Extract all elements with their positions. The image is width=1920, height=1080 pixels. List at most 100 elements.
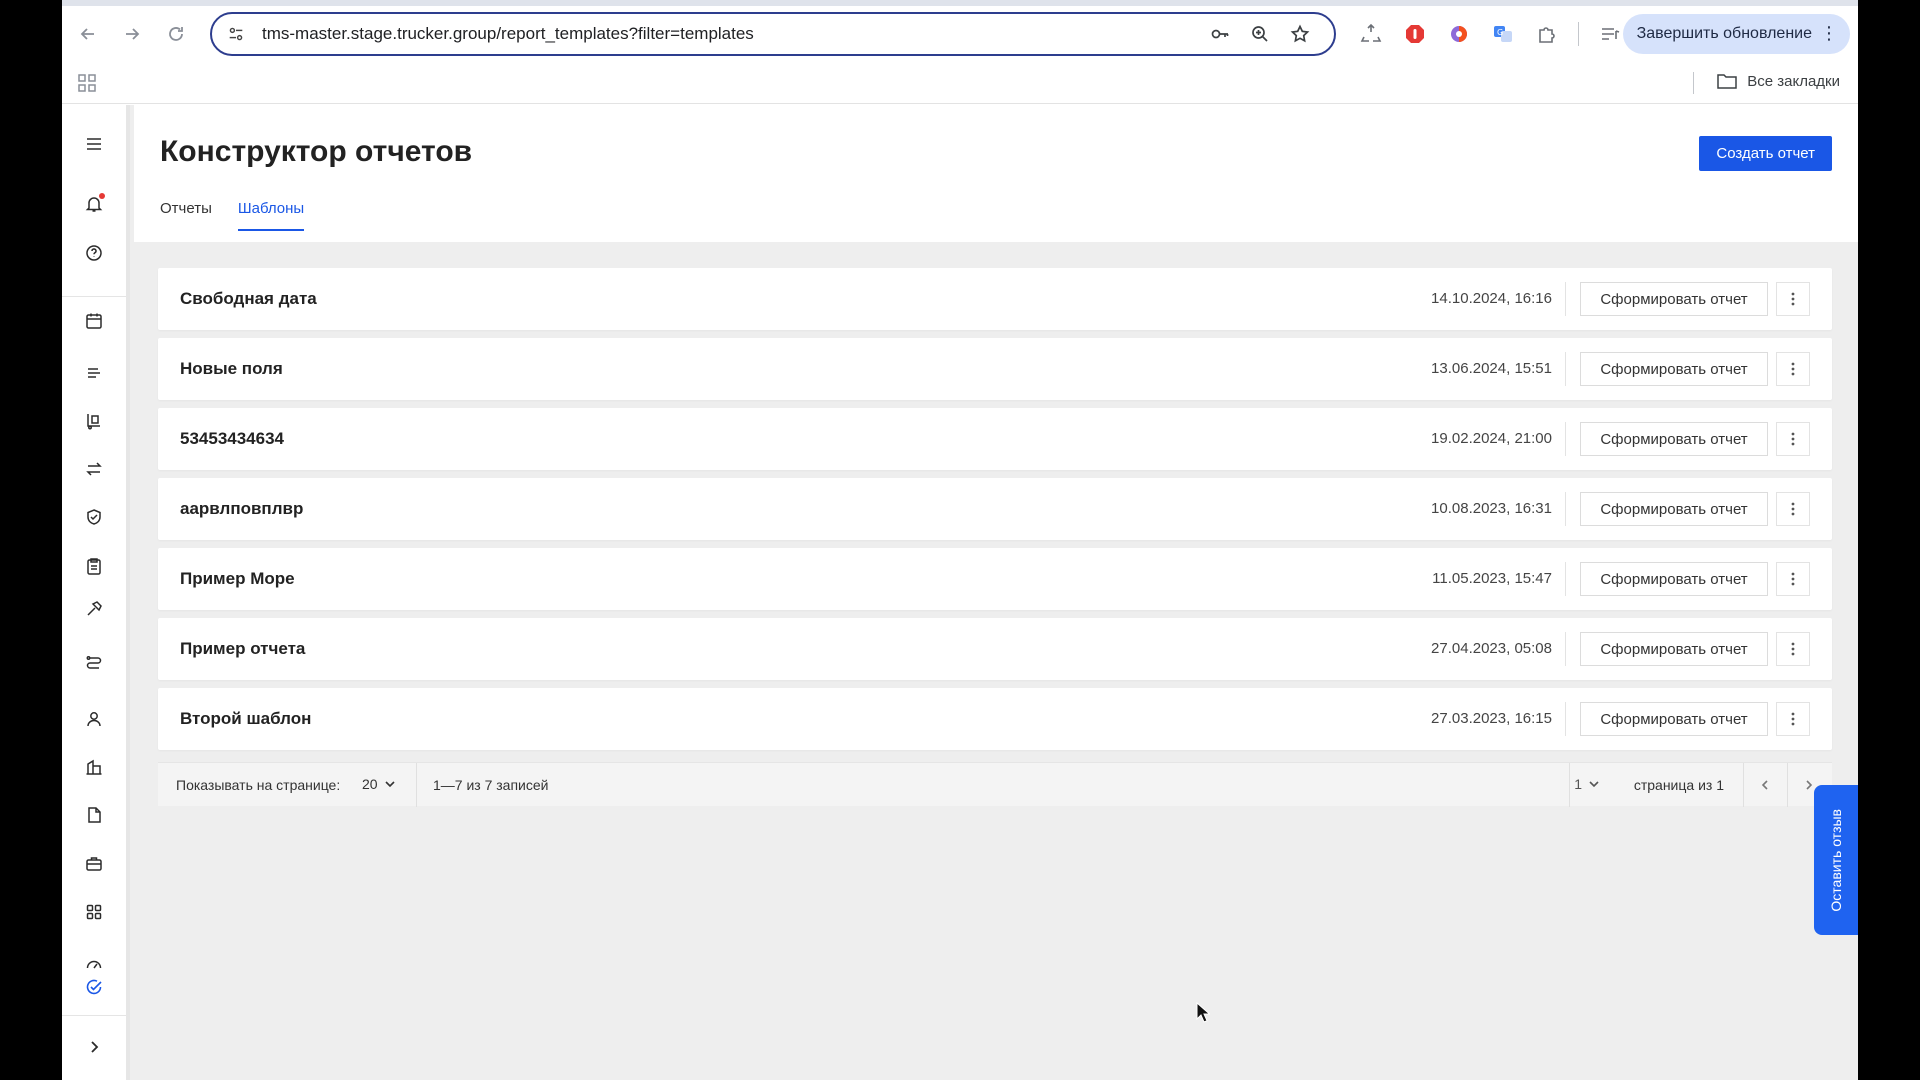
generate-report-button[interactable]: Сформировать отчет — [1580, 492, 1768, 526]
pagination-separator — [416, 763, 417, 807]
template-row: Пример Море 11.05.2023, 15:47 Сформирова… — [158, 548, 1832, 610]
tab-reports[interactable]: Отчеты — [160, 200, 212, 231]
generate-report-button[interactable]: Сформировать отчет — [1580, 352, 1768, 386]
all-bookmarks-label: Все закладки — [1747, 72, 1840, 90]
template-row: 53453434634 19.02.2024, 21:00 Сформирова… — [158, 408, 1832, 470]
speedometer-icon[interactable] — [82, 953, 106, 977]
row-separator — [1565, 422, 1566, 456]
template-date: 27.03.2023, 16:15 — [1431, 710, 1552, 727]
adblock-extension-icon[interactable] — [1396, 15, 1434, 53]
more-menu-icon[interactable]: ⋮ — [1820, 24, 1838, 42]
templates-list: Свободная дата 14.10.2024, 16:16 Сформир… — [158, 268, 1832, 758]
color-extension-icon[interactable] — [1440, 15, 1478, 53]
hammer-icon[interactable] — [82, 597, 106, 621]
forward-icon[interactable] — [110, 12, 154, 56]
current-page-value: 1 — [1574, 776, 1582, 792]
help-icon[interactable] — [82, 241, 106, 265]
generate-report-button[interactable]: Сформировать отчет — [1580, 632, 1768, 666]
row-separator — [1565, 282, 1566, 316]
page-select[interactable]: 1 — [1574, 776, 1600, 792]
notification-dot — [99, 193, 105, 199]
finish-update-button[interactable]: Завершить обновление ⋮ — [1622, 14, 1850, 54]
per-page-label: Показывать на странице: — [176, 777, 341, 793]
site-settings-icon[interactable] — [226, 24, 246, 44]
template-row: Свободная дата 14.10.2024, 16:16 Сформир… — [158, 268, 1832, 330]
generate-report-button[interactable]: Сформировать отчет — [1580, 702, 1768, 736]
row-separator — [1565, 702, 1566, 736]
chevron-down-icon — [1589, 781, 1599, 788]
back-icon[interactable] — [66, 12, 110, 56]
generate-report-button[interactable]: Сформировать отчет — [1580, 562, 1768, 596]
tabs: Отчеты Шаблоны — [160, 200, 305, 231]
chevron-down-icon — [385, 781, 395, 788]
records-range: 1—7 из 7 записей — [433, 777, 549, 793]
template-name[interactable]: аарвлповплвр — [180, 499, 303, 519]
check-circle-icon[interactable] — [82, 975, 106, 999]
page-header: Конструктор отчетов Создать отчет Отчеты… — [134, 105, 1858, 242]
template-name[interactable]: 53453434634 — [180, 429, 284, 449]
exchange-arrows-icon[interactable] — [82, 457, 106, 481]
reload-icon[interactable] — [154, 12, 198, 56]
zoom-icon[interactable] — [1240, 14, 1280, 54]
cargo-cart-icon[interactable] — [82, 409, 106, 433]
all-bookmarks-button[interactable]: Все закладки — [1717, 72, 1840, 90]
notifications-bell-icon[interactable] — [82, 192, 106, 216]
finish-update-label: Завершить обновление — [1636, 25, 1812, 42]
template-name[interactable]: Новые поля — [180, 359, 283, 379]
more-options-icon[interactable] — [1776, 422, 1810, 456]
browser-window: tms-master.stage.trucker.group/report_te… — [62, 0, 1858, 1080]
generate-report-button[interactable]: Сформировать отчет — [1580, 282, 1768, 316]
route-icon[interactable] — [82, 651, 106, 675]
more-options-icon[interactable] — [1776, 632, 1810, 666]
tab-templates[interactable]: Шаблоны — [237, 200, 305, 231]
bookmarks-separator — [1693, 72, 1694, 94]
template-name[interactable]: Пример Море — [180, 569, 295, 589]
svg-text:G: G — [1497, 28, 1503, 37]
clipboard-icon[interactable] — [82, 554, 106, 578]
create-report-button[interactable]: Создать отчет — [1699, 136, 1832, 171]
puzzle-extensions-icon[interactable] — [1528, 15, 1566, 53]
briefcase-icon[interactable] — [82, 852, 106, 876]
per-page-select[interactable]: 20 — [362, 776, 396, 792]
feedback-tab[interactable]: Оставить отзыв — [1814, 785, 1858, 935]
template-date: 14.10.2024, 16:16 — [1431, 290, 1552, 307]
template-name[interactable]: Пример отчета — [180, 639, 305, 659]
template-row: Новые поля 13.06.2024, 15:51 Сформироват… — [158, 338, 1832, 400]
url-text[interactable]: tms-master.stage.trucker.group/report_te… — [262, 24, 1200, 44]
bookmark-star-icon[interactable] — [1280, 14, 1320, 54]
pagination-separator — [1743, 763, 1744, 807]
more-options-icon[interactable] — [1776, 492, 1810, 526]
more-options-icon[interactable] — [1776, 562, 1810, 596]
prev-page-icon[interactable] — [1754, 774, 1776, 796]
calendar-icon[interactable] — [82, 309, 106, 333]
more-options-icon[interactable] — [1776, 352, 1810, 386]
folder-icon — [1717, 74, 1737, 89]
more-options-icon[interactable] — [1776, 282, 1810, 316]
template-row: аарвлповплвр 10.08.2023, 16:31 Сформиров… — [158, 478, 1832, 540]
list-icon[interactable] — [82, 361, 106, 385]
password-key-icon[interactable] — [1200, 14, 1240, 54]
toolbar-separator — [1578, 22, 1579, 46]
expand-sidebar-icon[interactable] — [82, 1035, 106, 1059]
building-icon[interactable] — [82, 755, 106, 779]
document-icon[interactable] — [82, 803, 106, 827]
address-bar[interactable]: tms-master.stage.trucker.group/report_te… — [210, 12, 1336, 56]
grid-modules-icon[interactable] — [82, 900, 106, 924]
user-icon[interactable] — [82, 707, 106, 731]
template-date: 27.04.2023, 05:08 — [1431, 640, 1552, 657]
row-separator — [1565, 492, 1566, 526]
menu-icon[interactable] — [82, 132, 106, 156]
recycle-extension-icon[interactable] — [1352, 15, 1390, 53]
template-name[interactable]: Второй шаблон — [180, 709, 311, 729]
generate-report-button[interactable]: Сформировать отчет — [1580, 422, 1768, 456]
sidebar-divider — [62, 296, 126, 297]
shield-check-icon[interactable] — [82, 505, 106, 529]
pagination-separator — [1787, 763, 1788, 807]
translate-extension-icon[interactable]: G — [1484, 15, 1522, 53]
more-options-icon[interactable] — [1776, 702, 1810, 736]
bookmarks-bar: Все закладки — [62, 62, 1858, 104]
apps-grid-icon[interactable] — [76, 72, 98, 94]
page-title: Конструктор отчетов — [160, 135, 473, 168]
template-date: 10.08.2023, 16:31 — [1431, 500, 1552, 517]
template-name[interactable]: Свободная дата — [180, 289, 317, 309]
